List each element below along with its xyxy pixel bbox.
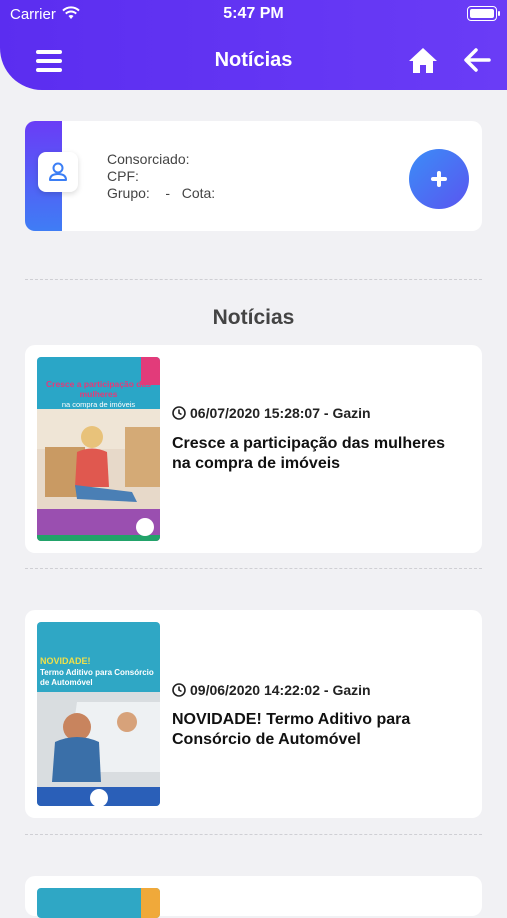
news-card[interactable]: NOVIDADE! Termo Aditivo para Consórcio d… bbox=[25, 610, 482, 818]
battery-icon bbox=[467, 6, 500, 21]
section-title: Notícias bbox=[212, 306, 295, 329]
news-date: 09/06/2020 14:22:02 - Gazin bbox=[172, 682, 371, 698]
clock-icon bbox=[172, 406, 186, 420]
news-thumbnail bbox=[37, 888, 160, 918]
user-icon bbox=[49, 162, 67, 181]
add-button[interactable] bbox=[409, 149, 469, 209]
clock-time: 5:47 PM bbox=[223, 5, 284, 22]
thumb-subtitle: na compra de imóveis bbox=[61, 400, 136, 409]
thumb-subtitle: Termo Aditivo para Consórcio de Automóve… bbox=[40, 668, 154, 687]
news-date-text: 09/06/2020 14:22:02 - Gazin bbox=[190, 682, 371, 698]
cota-label: Cota: bbox=[181, 185, 216, 201]
news-date: 06/07/2020 15:28:07 - Gazin bbox=[172, 405, 371, 421]
news-card[interactable]: Cresce a participação das mulheres na co… bbox=[25, 345, 482, 553]
news-card[interactable] bbox=[25, 876, 482, 918]
thumb-title: Cresce a participação das mulheres bbox=[46, 379, 151, 399]
arrow-left-icon bbox=[464, 48, 491, 72]
cpf-label: CPF: bbox=[107, 168, 139, 184]
grupo-cota-line: Grupo: - Cota: bbox=[107, 185, 215, 202]
divider bbox=[25, 279, 482, 280]
divider bbox=[25, 568, 482, 569]
status-bar: Carrier 5:47 PM bbox=[0, 0, 507, 28]
profile-card: Consorciado: CPF: Grupo: - Cota: bbox=[25, 121, 482, 231]
back-button[interactable] bbox=[462, 46, 492, 74]
divider bbox=[25, 834, 482, 835]
app-header: Carrier 5:47 PM Notícias bbox=[0, 0, 507, 90]
news-thumbnail: NOVIDADE! Termo Aditivo para Consórcio d… bbox=[37, 622, 160, 806]
grupo-cota-separator: - bbox=[165, 185, 171, 201]
home-icon bbox=[409, 48, 437, 73]
home-button[interactable] bbox=[408, 46, 438, 74]
consorciado-label: Consorciado: bbox=[107, 151, 190, 167]
news-date-text: 06/07/2020 15:28:07 - Gazin bbox=[190, 405, 371, 421]
news-headline: Cresce a participação das mulheres na co… bbox=[172, 435, 446, 472]
clock-icon bbox=[172, 683, 186, 697]
thumb-title: NOVIDADE! bbox=[40, 656, 91, 666]
news-headline: NOVIDADE! Termo Aditivo para Consórcio d… bbox=[172, 711, 411, 748]
news-thumbnail: Cresce a participação das mulheres na co… bbox=[37, 357, 160, 541]
profile-info: Consorciado: CPF: Grupo: - Cota: bbox=[107, 151, 215, 202]
grupo-label: Grupo: bbox=[107, 185, 150, 201]
avatar bbox=[38, 152, 78, 192]
